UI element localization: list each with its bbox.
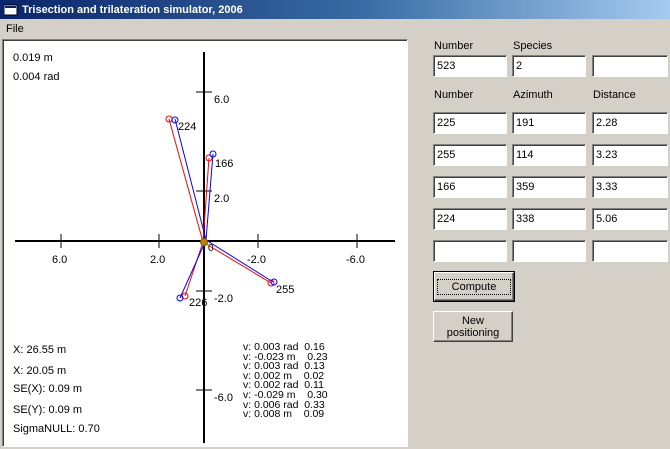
title-bar[interactable]: Trisection and trilateration simulator, … [0, 0, 670, 19]
blue-line-166 [205, 153, 214, 241]
label-number-station: Number [434, 40, 474, 52]
stat-radians: 0.004 rad [13, 71, 60, 83]
menu-file[interactable]: File [0, 23, 30, 35]
row5-azimuth-input[interactable] [512, 240, 586, 262]
stat-meters: 0.019 m [13, 52, 53, 64]
row2-azimuth-input[interactable] [512, 144, 586, 166]
y-tick-label: 6.0 [214, 94, 229, 106]
label-number: Number [434, 89, 474, 101]
x-tick-label: -2.0 [247, 254, 266, 266]
result-x: X: 26.55 m [13, 344, 67, 356]
row3-number-input[interactable] [433, 176, 507, 198]
x-tick-label: -6.0 [346, 254, 365, 266]
result-se-x: SE(X): 0.09 m [13, 383, 83, 395]
row3-azimuth-input[interactable] [512, 176, 586, 198]
station-number-input[interactable] [433, 55, 507, 77]
plot-canvas: 6.0 2.0 -2.0 -6.0 6.0 2.0 -2.0 -6.0 0 22… [2, 39, 408, 447]
station-extra-input[interactable] [592, 55, 668, 77]
row4-azimuth-input[interactable] [512, 208, 586, 230]
result-sigma-null: SigmaNULL: 0.70 [13, 423, 100, 435]
new-positioning-button[interactable]: New positioning [433, 311, 513, 342]
row2-distance-input[interactable] [592, 144, 668, 166]
residuals-list: v: 0.003 rad 0.16 v: -0.023 m 0.23 v: 0.… [243, 342, 328, 421]
new-positioning-label-line2: positioning [446, 326, 500, 339]
result-se-y: SE(Y): 0.09 m [13, 404, 83, 416]
label-azimuth: Azimuth [513, 89, 553, 101]
y-tick-label: 2.0 [214, 193, 229, 205]
window-title: Trisection and trilateration simulator, … [22, 3, 243, 16]
blue-line-226 [179, 239, 207, 299]
row5-number-input[interactable] [433, 240, 507, 262]
row1-number-input[interactable] [433, 112, 507, 134]
app-icon[interactable] [3, 4, 18, 16]
result-y: X: 20.05 m [13, 365, 67, 377]
point-label: 226 [189, 297, 207, 309]
new-positioning-label-line1: New [461, 314, 484, 327]
compute-button-label: Compute [436, 278, 512, 295]
y-tick-label: -6.0 [214, 392, 233, 404]
residual-line: v: 0.008 m 0.09 [243, 408, 325, 421]
row1-distance-input[interactable] [592, 112, 668, 134]
label-species: Species [513, 40, 553, 52]
row1-azimuth-input[interactable] [512, 112, 586, 134]
point-label: 166 [215, 158, 233, 170]
origin-marker [200, 238, 208, 246]
row2-number-input[interactable] [433, 144, 507, 166]
y-tick-label: -2.0 [214, 293, 233, 305]
menu-bar: File [0, 19, 670, 38]
red-line-224 [168, 118, 204, 243]
red-line-226 [184, 241, 204, 297]
compute-button[interactable]: Compute [433, 271, 515, 302]
point-label: 224 [178, 121, 196, 133]
row4-number-input[interactable] [433, 208, 507, 230]
x-tick-label: 6.0 [52, 254, 67, 266]
label-distance: Distance [593, 89, 636, 101]
blue-line-224 [174, 118, 207, 241]
row4-distance-input[interactable] [592, 208, 668, 230]
row5-distance-input[interactable] [592, 240, 668, 262]
x-tick-label: 2.0 [150, 254, 165, 266]
row3-distance-input[interactable] [592, 176, 668, 198]
species-input[interactable] [512, 55, 586, 77]
point-label: 255 [276, 284, 294, 296]
app-window: Trisection and trilateration simulator, … [0, 0, 670, 449]
